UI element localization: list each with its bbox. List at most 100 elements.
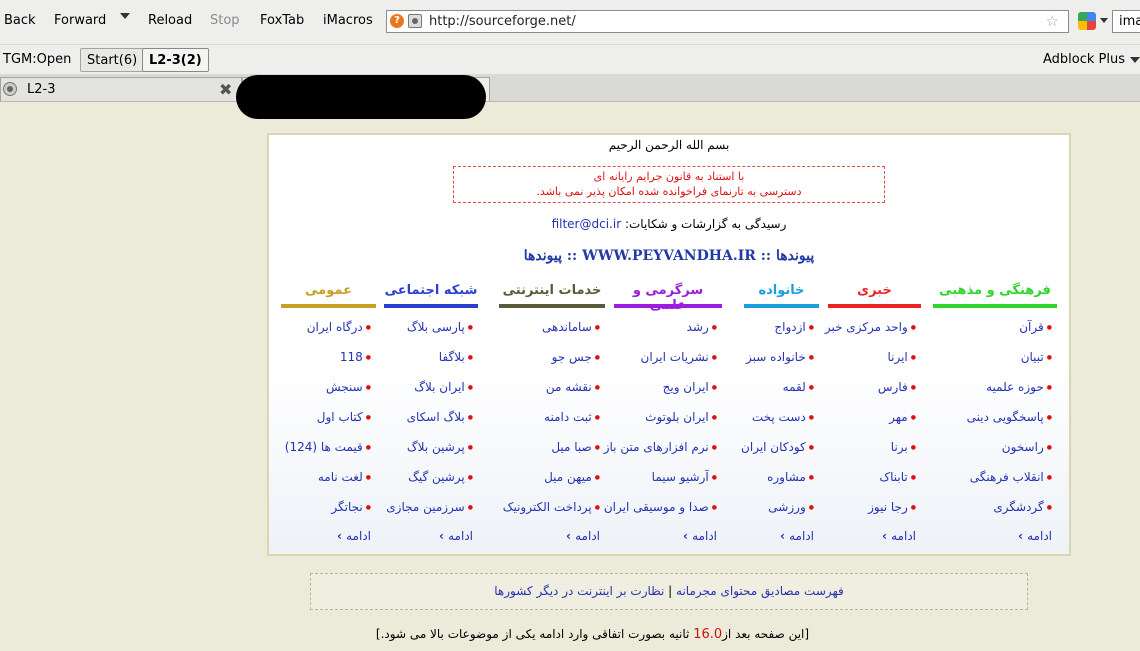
column-link[interactable]: پرداخت الکترونیک	[499, 500, 600, 530]
column-link[interactable]: بلاگ اسکای	[384, 410, 473, 440]
peyvandha-brand-link[interactable]: پیوندها :: WWW.PEYVANDHA.IR :: پیوندها	[269, 248, 1069, 264]
column-more-link[interactable]: ادامه	[744, 529, 819, 543]
help-icon[interactable]: ?	[390, 14, 404, 28]
column-more-link[interactable]: ادامه	[384, 529, 478, 543]
tab-strip: L2-3 ✖ ✚	[0, 74, 1140, 176]
column-link-list: قرآنتبیانحوزه علمیهپاسخگویی دینیراسخونان…	[933, 320, 1057, 530]
column-link[interactable]: نرم افزارهای متن باز	[604, 440, 717, 470]
column-more-link[interactable]: ادامه	[499, 529, 605, 543]
column-link-list: پارسی بلاگبلاگفاایران بلاگبلاگ اسکایپرشی…	[384, 320, 478, 530]
adblock-dropdown-icon[interactable]	[1130, 57, 1140, 63]
navigation-toolbar: Back Forward Reload Stop FoxTab iMacros …	[0, 0, 1140, 44]
column-link[interactable]: مهر	[828, 410, 916, 440]
column-link[interactable]: ثبت دامنه	[499, 410, 600, 440]
close-tab-icon[interactable]: ✖	[219, 80, 232, 99]
bottom-separator: |	[668, 584, 673, 598]
column-heading[interactable]: خبری	[828, 283, 921, 308]
column-link[interactable]: میهن میل	[499, 470, 600, 500]
column-link[interactable]: دست پخت	[744, 410, 814, 440]
column-link[interactable]: مشاوره	[744, 470, 814, 500]
column-link[interactable]: 118	[281, 350, 371, 380]
column-heading[interactable]: شبکه اجتماعی	[384, 283, 478, 308]
column-link[interactable]: قرآن	[933, 320, 1052, 350]
forward-button[interactable]: Forward	[54, 13, 106, 28]
back-button[interactable]: Back	[4, 13, 36, 28]
tab-group-start[interactable]: Start(6)	[80, 48, 145, 72]
column-link[interactable]: نجاتگر	[281, 500, 371, 530]
adblock-plus-button[interactable]: Adblock Plus	[1043, 52, 1125, 67]
column-link[interactable]: لقمه	[744, 380, 814, 410]
column-link[interactable]: تبیان	[933, 350, 1052, 380]
foxtab-button[interactable]: FoxTab	[260, 13, 304, 28]
column-link[interactable]: برنا	[828, 440, 916, 470]
column-more-link[interactable]: ادامه	[828, 529, 921, 543]
report-label: رسیدگی به گزارشات و شکایات:	[624, 217, 787, 231]
search-engine-dropdown-icon[interactable]	[1100, 18, 1108, 23]
column-link[interactable]: نشریات ایران	[614, 350, 717, 380]
internet-monitoring-link[interactable]: نظارت بر اینترنت در دیگر کشورها	[494, 584, 664, 598]
column-link[interactable]: ایران بلاگ	[384, 380, 473, 410]
link-column-5: شبکه اجتماعی پارسی بلاگبلاگفاایران بلاگبل…	[384, 283, 478, 543]
column-link[interactable]: پرشین گیگ	[384, 470, 473, 500]
column-link[interactable]: واحد مرکزی خبر	[825, 320, 916, 350]
column-link[interactable]: پرشین بلاگ	[384, 440, 473, 470]
report-email-link[interactable]: filter@dci.ir	[552, 217, 622, 231]
column-link[interactable]: بلاگفا	[384, 350, 473, 380]
tab-group-l2-3[interactable]: L2-3(2)	[142, 48, 209, 72]
column-heading[interactable]: خانواده	[744, 283, 819, 308]
column-more-link[interactable]: ادامه	[614, 529, 722, 543]
column-link[interactable]: رجا نیوز	[828, 500, 916, 530]
column-link[interactable]: ایران ویج	[614, 380, 717, 410]
url-text[interactable]: http://sourceforge.net/	[429, 14, 576, 29]
column-link[interactable]: تابناک	[828, 470, 916, 500]
column-more-link[interactable]: ادامه	[281, 529, 376, 543]
column-link[interactable]: ساماندهی	[499, 320, 600, 350]
google-search-engine-icon[interactable]	[1078, 12, 1096, 30]
column-link[interactable]: صبا میل	[499, 440, 600, 470]
column-link[interactable]: آرشیو سیما	[614, 470, 717, 500]
tgm-open-label[interactable]: TGM:Open	[3, 52, 71, 67]
column-link[interactable]: کتاب اول	[281, 410, 371, 440]
column-link[interactable]: قیمت ها (124)	[281, 440, 371, 470]
column-link[interactable]: درگاه ایران	[281, 320, 371, 350]
imacros-button[interactable]: iMacros	[323, 13, 373, 28]
column-link-list: رشدنشریات ایرانایران ویجایران بلوتوثنرم …	[604, 320, 722, 530]
column-heading[interactable]: خدمات اینترنتی	[499, 283, 605, 308]
column-link[interactable]: ایرنا	[828, 350, 916, 380]
column-link[interactable]: ورزشی	[744, 500, 814, 530]
column-link[interactable]: صدا و موسیقی ایران	[604, 500, 717, 530]
column-link[interactable]: ازدواج	[744, 320, 814, 350]
column-link[interactable]: جس جو	[499, 350, 600, 380]
column-link[interactable]: فارس	[828, 380, 916, 410]
column-link[interactable]: کودکان ایران	[741, 440, 814, 470]
column-link[interactable]: لغت نامه	[281, 470, 371, 500]
column-link[interactable]: انقلاب فرهنگی	[933, 470, 1052, 500]
column-heading[interactable]: فرهنگی و مذهبی	[933, 283, 1057, 308]
column-link[interactable]: ایران بلوتوث	[614, 410, 717, 440]
column-link[interactable]: خانواده سبز	[744, 350, 814, 380]
site-identity-icon[interactable]	[408, 14, 422, 28]
bookmark-star-icon[interactable]: ☆	[1046, 12, 1059, 30]
column-link[interactable]: پارسی بلاگ	[384, 320, 473, 350]
column-link-list: واحد مرکزی خبرایرنافارسمهربرناتابناکرجا …	[825, 320, 921, 530]
stop-button[interactable]: Stop	[210, 13, 240, 28]
column-link[interactable]: گردشگری	[933, 500, 1052, 530]
column-link[interactable]: حوزه علمیه	[933, 380, 1052, 410]
reload-button[interactable]: Reload	[148, 13, 192, 28]
column-link[interactable]: راسخون	[933, 440, 1052, 470]
column-link[interactable]: رشد	[614, 320, 717, 350]
report-contact: رسیدگی به گزارشات و شکایات: filter@dci.i…	[269, 217, 1069, 231]
criminal-content-list-link[interactable]: فهرست مصادیق محتوای مجرمانه	[676, 584, 844, 598]
column-heading[interactable]: سرگرمی و علمی	[614, 283, 722, 313]
tab-l2-3[interactable]: L2-3 ✖	[0, 77, 242, 101]
column-link[interactable]: نقشه من	[499, 380, 600, 410]
forward-history-dropdown-icon[interactable]	[120, 13, 130, 19]
column-more-link[interactable]: ادامه	[933, 529, 1057, 543]
search-input[interactable]: ima	[1112, 10, 1140, 33]
column-link[interactable]: سرزمین مجازی	[384, 500, 473, 530]
address-bar[interactable]: ? http://sourceforge.net/ ☆	[386, 10, 1069, 33]
column-link[interactable]: پاسخگویی دینی	[933, 410, 1052, 440]
column-heading[interactable]: عمومی	[281, 283, 376, 308]
timer-text-before: [این صفحه بعد از	[722, 627, 810, 641]
column-link[interactable]: سنجش	[281, 380, 371, 410]
